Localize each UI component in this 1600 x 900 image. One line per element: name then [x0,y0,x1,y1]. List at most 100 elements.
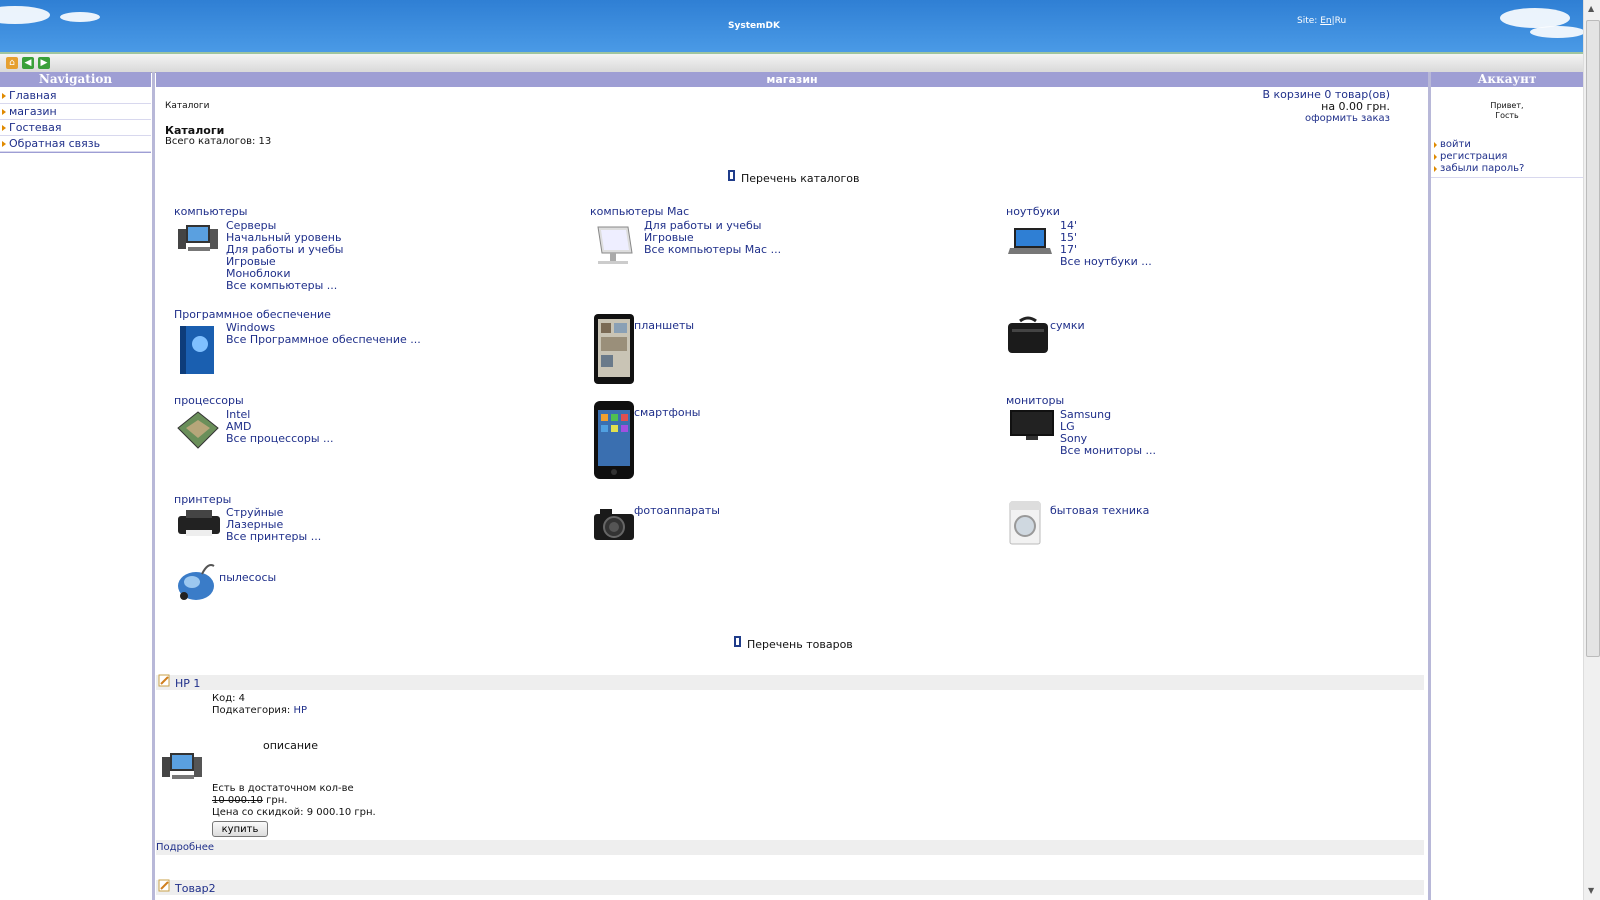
scrollbar-thumb[interactable] [1586,20,1600,657]
forward-icon[interactable]: ▶ [38,57,50,69]
site-title: SystemDK [728,21,780,31]
subcatalog-link[interactable]: Все мониторы ... [1060,445,1156,457]
edit-icon [158,674,170,690]
account-greeting: Привет, Гость [1431,101,1583,121]
catalog-software-subs: Windows Все Программное обеспечение ... [226,322,421,346]
mac-icon [592,223,636,270]
product-name-link[interactable]: HP 1 [175,677,200,690]
column-divider [152,72,155,900]
account-links: войти регистрация забыли пароль? [1431,139,1583,178]
cloud-decoration [0,6,50,24]
product-old-price: 10 000.10 грн. [212,795,287,806]
info-icon [727,170,737,182]
catalog-printers[interactable]: принтеры [174,493,231,506]
site-header: SystemDK Site: En|Ru [0,0,1583,52]
main-content: Каталоги В корзине 0 товар(ов) на 0.00 г… [156,88,1428,900]
printer-icon [176,508,222,541]
subcatalog-link[interactable]: Все Программное обеспечение ... [226,334,421,346]
catalogs-list-title: Перечень каталогов [741,172,860,185]
washing-machine-icon [1008,500,1042,549]
subcatalog-link[interactable]: Все процессоры ... [226,433,334,445]
checkout-link[interactable]: оформить заказ [1263,113,1390,125]
product-code: Код: 4 [212,693,246,704]
product-discount-price: Цена со скидкой: 9 000.10 грн. [212,807,376,818]
catalog-mac-subs: Для работы и учебы Игровые Все компьютер… [644,220,781,256]
language-en-link[interactable]: En [1320,16,1331,26]
sidebar-navigation: Главная магазин Гостевая Обратная связь [0,88,151,153]
edit-icon [158,879,170,895]
product-subcategory: Подкатегория: HP [212,705,307,716]
greeting-line: Привет, [1490,101,1524,110]
vacuum-icon [172,560,216,607]
scroll-up-icon[interactable]: ▲ [1588,4,1594,13]
cloud-decoration [60,12,100,22]
catalog-laptops[interactable]: ноутбуки [1006,205,1060,218]
product-description: описание [263,739,318,752]
catalog-tablets[interactable]: планшеты [634,319,694,332]
old-price-value: 10 000.10 [212,795,263,806]
language-ru-link[interactable]: Ru [1335,16,1347,26]
catalog-processors-subs: Intel AMD Все процессоры ... [226,409,334,445]
sidebar-item-shop[interactable]: магазин [0,104,151,120]
sidebar-item-feedback[interactable]: Обратная связь [0,136,151,152]
catalog-bags[interactable]: сумки [1050,319,1085,332]
account-panel: Привет, Гость войти регистрация забыли п… [1431,88,1583,178]
toolbar: ⌂ ◀ ▶ [0,52,1583,73]
language-label: Site: [1297,16,1318,26]
cart-summary: В корзине 0 товар(ов) на 0.00 грн. оформ… [1263,89,1391,125]
catalog-smartphones[interactable]: смартфоны [634,406,701,419]
cart-total: на 0.00 грн. [1321,100,1390,113]
back-icon[interactable]: ◀ [22,57,34,69]
greeting-user: Гость [1495,111,1519,120]
subcategory-link[interactable]: HP [294,705,308,716]
scroll-down-icon[interactable]: ▼ [1588,886,1594,895]
catalog-cameras[interactable]: фотоаппараты [634,504,720,517]
cloud-decoration [1530,26,1583,38]
catalog-computers[interactable]: компьютеры [174,205,247,218]
catalog-processors[interactable]: процессоры [174,394,244,407]
product-footer [156,840,1424,855]
subcatalog-link[interactable]: Все компьютеры ... [226,280,343,292]
sidebar-item-home[interactable]: Главная [0,88,151,104]
cloud-decoration [1500,8,1570,28]
product-header [156,675,1424,690]
product-header [156,880,1424,895]
catalog-vacuums[interactable]: пылесосы [219,571,276,584]
product-name-link[interactable]: Товар2 [175,882,216,895]
catalog-mac[interactable]: компьютеры Mac [590,205,689,218]
products-list-title: Перечень товаров [747,638,853,651]
info-icon [733,636,743,648]
account-panel-title: Аккаунт [1431,72,1583,87]
buy-button[interactable]: купить [212,821,268,837]
home-icon[interactable]: ⌂ [6,57,18,69]
computer-icon [176,223,220,258]
page-scrollbar[interactable]: ▲ ▼ [1583,0,1600,900]
bag-icon [1006,315,1050,360]
breadcrumb: Каталоги [165,101,210,111]
product-details-link[interactable]: Подробнее [156,842,214,853]
forgot-password-link[interactable]: забыли пароль? [1431,163,1583,175]
camera-icon [592,506,636,545]
navigation-panel-title: Navigation [0,72,151,87]
subcatalog-link[interactable]: Все компьютеры Mac ... [644,244,781,256]
catalog-computers-subs: Серверы Начальный уровень Для работы и у… [226,220,343,292]
sidebar-item-guestbook[interactable]: Гостевая [0,120,151,136]
processor-icon [176,410,220,453]
column-divider [1428,72,1431,900]
catalog-count: Всего каталогов: 13 [165,136,272,147]
login-link[interactable]: войти [1431,139,1583,151]
catalog-appliances[interactable]: бытовая техника [1050,504,1149,517]
subcatalog-link[interactable]: Все принтеры ... [226,531,321,543]
register-link[interactable]: регистрация [1431,151,1583,163]
product-image[interactable] [160,751,204,786]
subcatalog-link[interactable]: Все ноутбуки ... [1060,256,1152,268]
catalog-monitors-subs: Samsung LG Sony Все мониторы ... [1060,409,1156,457]
language-switcher: Site: En|Ru [1297,16,1346,26]
catalog-software[interactable]: Программное обеспечение [174,308,331,321]
catalog-laptops-subs: 14' 15' 17' Все ноутбуки ... [1060,220,1152,268]
smartphone-icon [592,400,636,483]
software-box-icon [176,324,218,379]
main-panel-title: магазин [156,72,1428,87]
catalog-monitors[interactable]: мониторы [1006,394,1064,407]
subcategory-label: Подкатегория: [212,705,291,716]
